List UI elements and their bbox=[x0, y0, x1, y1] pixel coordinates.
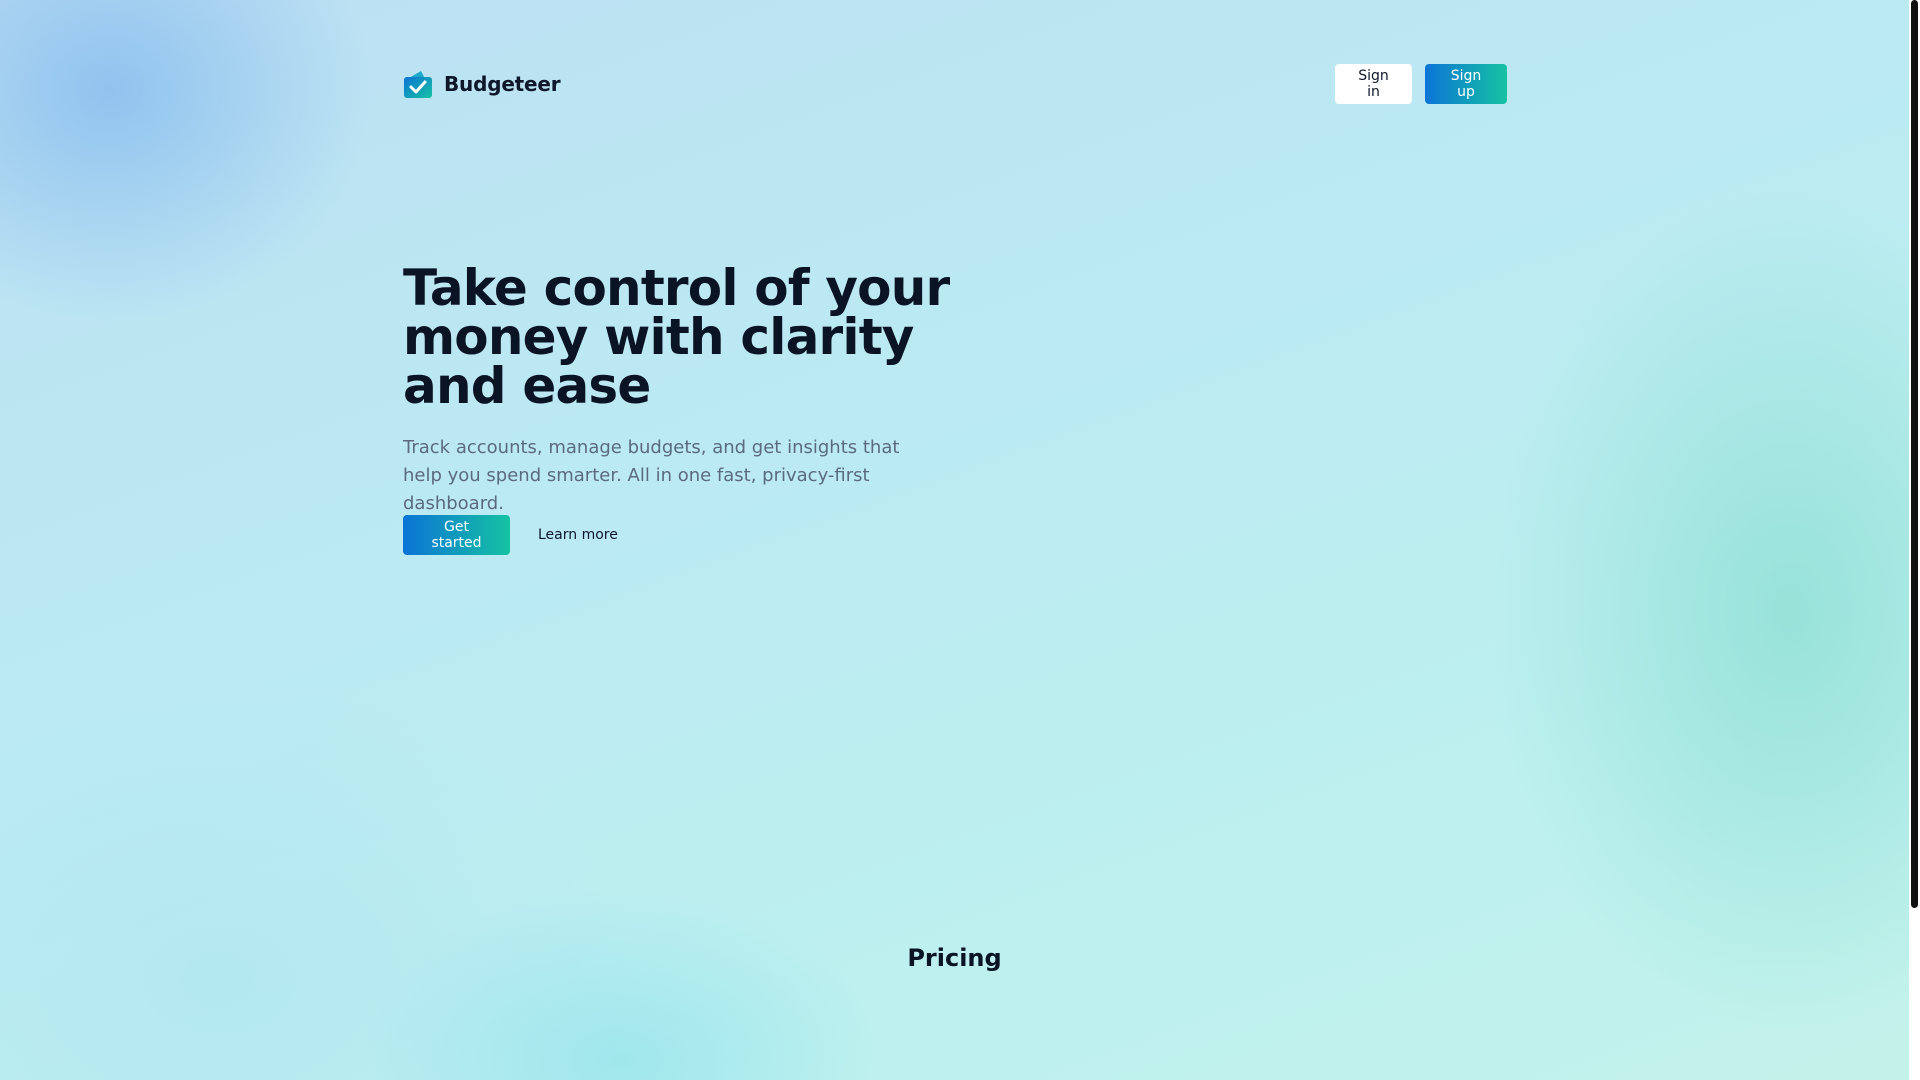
landing-page: Budgeteer Sign in Sign up Take control o… bbox=[0, 0, 1909, 1080]
learn-more-button[interactable]: Learn more bbox=[510, 515, 618, 555]
hero-title: Take control of your money with clarity … bbox=[403, 259, 950, 415]
header-actions: Sign in Sign up bbox=[1335, 64, 1507, 104]
scrollbar-thumb[interactable] bbox=[1911, 0, 1918, 908]
hero-subtitle: Track accounts, manage budgets, and get … bbox=[403, 437, 900, 514]
pricing-heading: Pricing bbox=[907, 944, 1002, 972]
brand-logo[interactable]: Budgeteer bbox=[403, 68, 561, 100]
wallet-check-icon bbox=[404, 71, 432, 98]
get-started-button[interactable]: Get started bbox=[403, 515, 510, 555]
site-header: Budgeteer Sign in Sign up bbox=[403, 64, 1507, 104]
sign-up-button[interactable]: Sign up bbox=[1425, 64, 1507, 104]
sign-in-button[interactable]: Sign in bbox=[1335, 64, 1412, 104]
hero-actions: Get started Learn more bbox=[403, 515, 618, 555]
page-scrollbar[interactable] bbox=[1909, 0, 1920, 1080]
brand-name: Budgeteer bbox=[444, 72, 561, 96]
